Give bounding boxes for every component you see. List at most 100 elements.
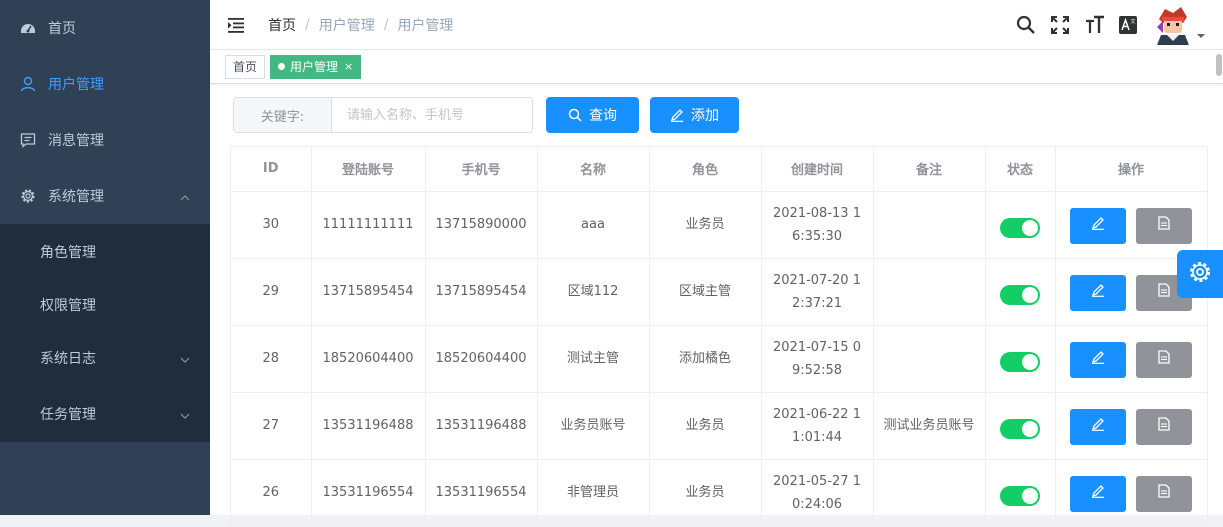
cell-status xyxy=(985,459,1056,527)
search-icon[interactable] xyxy=(1015,14,1037,36)
chevron-up-icon xyxy=(180,191,190,201)
detail-button[interactable] xyxy=(1136,409,1192,445)
detail-button[interactable] xyxy=(1136,208,1192,244)
edit-icon xyxy=(1091,416,1105,439)
document-icon xyxy=(1158,483,1170,506)
table-row: 28 18520604400 18520604400 测试主管 添加橘色 2021-07-… xyxy=(231,325,1208,393)
tag-active-users[interactable]: 用户管理 × xyxy=(270,54,362,79)
sidebar-item-system-log[interactable]: 系统日志 xyxy=(0,330,210,386)
font-size-icon[interactable] xyxy=(1083,14,1105,36)
sidebar-item-label: 消息管理 xyxy=(48,133,104,149)
breadcrumb-item: 用户管理 xyxy=(318,17,375,34)
edit-icon xyxy=(1091,483,1105,506)
cell-actions xyxy=(1055,191,1208,259)
cell-role: 添加橘色 xyxy=(649,325,762,393)
avatar[interactable] xyxy=(1153,5,1193,45)
cell-phone: 18520604400 xyxy=(425,325,538,393)
cell-status xyxy=(985,392,1056,460)
cell-status xyxy=(985,325,1056,393)
status-toggle[interactable] xyxy=(1000,418,1040,439)
sidebar-item-permissions[interactable]: 权限管理 xyxy=(0,280,210,330)
sidebar-item-tasks[interactable]: 任务管理 xyxy=(0,386,210,442)
caret-down-icon[interactable] xyxy=(1197,28,1205,38)
table-row: 27 13531196488 13531196488 业务员账号 业务员 2021-06-… xyxy=(231,392,1208,460)
fullscreen-icon[interactable] xyxy=(1049,14,1071,36)
search-button-label: 查询 xyxy=(589,107,617,123)
gear-icon xyxy=(1188,260,1212,288)
close-icon[interactable]: × xyxy=(344,56,353,78)
active-dot-icon xyxy=(278,63,286,70)
search-button[interactable]: 查询 xyxy=(546,97,639,133)
cell-account: 13531196488 xyxy=(311,392,426,460)
row-actions xyxy=(1064,205,1199,244)
sidebar-item-users[interactable]: 用户管理 xyxy=(0,56,210,112)
cell-actions xyxy=(1055,325,1208,393)
cell-phone: 13715895454 xyxy=(425,258,538,326)
edit-icon xyxy=(1091,282,1105,305)
edit-button[interactable] xyxy=(1070,342,1126,378)
cell-created: 2021-06-22 11:01:44 xyxy=(761,392,874,460)
column-header: 登陆账号 xyxy=(311,147,426,192)
document-icon xyxy=(1158,282,1170,305)
edit-icon xyxy=(1091,215,1105,238)
cell-created: 2021-07-15 09:52:58 xyxy=(761,325,874,393)
edit-button[interactable] xyxy=(1070,208,1126,244)
sidebar: 首页 用户管理 消息管理 系统管理 角色管理 权限管理 系统日志 任务管理 xyxy=(0,0,210,515)
edit-button[interactable] xyxy=(1070,409,1126,445)
cell-id: 28 xyxy=(231,325,312,393)
tag-home[interactable]: 首页 xyxy=(225,54,266,79)
status-toggle[interactable] xyxy=(1000,217,1040,238)
settings-button[interactable] xyxy=(1177,250,1223,298)
navbar-right-menu: 文 xyxy=(1003,0,1205,50)
chevron-down-icon xyxy=(180,409,190,419)
document-icon xyxy=(1158,215,1170,238)
column-header: ID xyxy=(231,147,312,192)
svg-text:文: 文 xyxy=(1131,18,1136,25)
navbar: 首页 / 用户管理 / 用户管理 文 xyxy=(210,0,1223,50)
status-toggle[interactable] xyxy=(1000,351,1040,372)
cell-remark xyxy=(873,325,986,393)
cell-actions xyxy=(1055,392,1208,460)
keyword-input[interactable] xyxy=(332,98,532,132)
breadcrumb-item[interactable]: 首页 xyxy=(268,15,296,35)
sidebar-item-system[interactable]: 系统管理 xyxy=(0,168,210,224)
sidebar-item-roles[interactable]: 角色管理 xyxy=(0,224,210,280)
keyword-input-group: 关键字: xyxy=(233,97,533,133)
main-content: 首页 / 用户管理 / 用户管理 文 首页 用户管理 × 关键字: 请输入名称、… xyxy=(210,0,1223,527)
table-row: 30 11111111111 13715890000 aaa 业务员 2021-08-13… xyxy=(231,191,1208,259)
gear-icon xyxy=(20,188,36,204)
language-icon[interactable]: 文 xyxy=(1117,14,1139,36)
table-header-row: ID 登陆账号 手机号 名称 角色 创建时间 备注 状态 操作 xyxy=(231,147,1208,192)
status-toggle[interactable] xyxy=(1000,485,1040,506)
cell-name: 非管理员 xyxy=(537,459,650,527)
add-button[interactable]: 添加 xyxy=(650,97,739,133)
column-header: 操作 xyxy=(1055,147,1208,192)
document-icon xyxy=(1158,416,1170,439)
cell-account: 13715895454 xyxy=(311,258,426,326)
column-header: 手机号 xyxy=(425,147,538,192)
breadcrumb: 首页 / 用户管理 / 用户管理 xyxy=(268,15,453,35)
edit-button[interactable] xyxy=(1070,476,1126,512)
column-header: 创建时间 xyxy=(761,147,874,192)
cell-created: 2021-08-13 16:35:30 xyxy=(761,191,874,259)
sidebar-item-label: 任务管理 xyxy=(40,407,96,423)
tags-view: 首页 用户管理 × xyxy=(210,50,1223,84)
sidebar-item-home[interactable]: 首页 xyxy=(0,0,210,56)
cell-account: 18520604400 xyxy=(311,325,426,393)
edit-icon xyxy=(1091,349,1105,372)
sidebar-item-label: 权限管理 xyxy=(40,298,96,314)
column-header: 角色 xyxy=(649,147,762,192)
sidebar-item-messages[interactable]: 消息管理 xyxy=(0,112,210,168)
detail-button[interactable] xyxy=(1136,476,1192,512)
cell-role: 业务员 xyxy=(649,191,762,259)
status-toggle[interactable] xyxy=(1000,284,1040,305)
chevron-down-icon xyxy=(180,353,190,363)
filter-bar: 关键字: 查询 添加 xyxy=(233,97,739,133)
cell-id: 30 xyxy=(231,191,312,259)
edit-button[interactable] xyxy=(1070,275,1126,311)
edit-icon xyxy=(670,108,684,122)
scrollbar-thumb[interactable] xyxy=(1216,54,1222,76)
cell-account: 11111111111 xyxy=(311,191,426,259)
hamburger-icon[interactable] xyxy=(227,16,245,34)
detail-button[interactable] xyxy=(1136,342,1192,378)
